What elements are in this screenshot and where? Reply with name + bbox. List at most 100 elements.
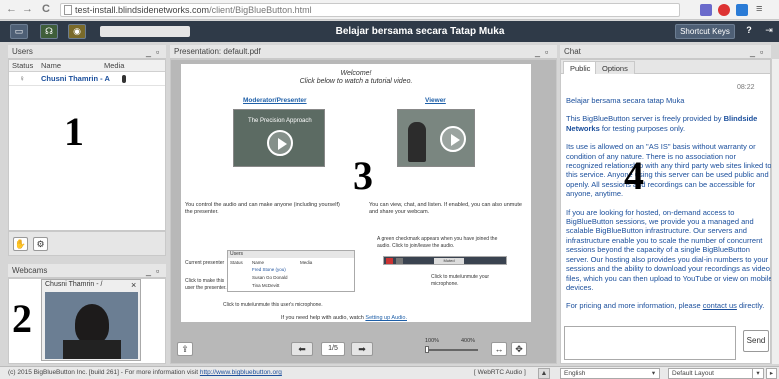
mini-user-row: Tina McDevitt (252, 283, 280, 288)
webcam-video (45, 292, 138, 359)
setting-up-audio-link[interactable]: Setting up Audio. (365, 315, 407, 321)
next-slide-button[interactable]: ➡ (351, 342, 373, 356)
layout-apply-icon[interactable]: ▸ (766, 368, 777, 379)
contact-us-link[interactable]: contact us (703, 301, 737, 310)
help-button[interactable]: ? (740, 24, 758, 39)
play-icon[interactable] (440, 126, 466, 152)
microphone-icon[interactable] (122, 75, 126, 83)
chevron-down-icon[interactable]: ▾ (752, 368, 764, 379)
menu-icon[interactable]: ≡ (756, 4, 768, 16)
meeting-title: Belajar bersama secara Tatap Muka (335, 26, 505, 37)
fit-width-icon[interactable]: ↔ (491, 342, 507, 356)
raise-hand-icon[interactable]: ✋ (13, 237, 28, 251)
warning-icon[interactable]: ▲ (538, 368, 550, 379)
zoom-slider-handle[interactable] (425, 346, 429, 353)
minimize-icon[interactable]: _ (750, 45, 755, 59)
settings-icon[interactable]: ⚙ (33, 237, 48, 251)
chat-welcome-title: Belajar bersama secara tatap Muka (566, 96, 685, 105)
col-status[interactable]: Status (12, 60, 33, 72)
moderator-video-thumbnail[interactable]: The Precision Approach (233, 109, 325, 167)
tab-options[interactable]: Options (595, 61, 635, 74)
forward-icon[interactable]: → (22, 3, 33, 15)
upload-icon[interactable]: ⇪ (177, 342, 193, 356)
close-icon[interactable]: × (131, 280, 136, 290)
desktop-share-icon[interactable]: ▭ (10, 24, 28, 39)
slide: Welcome! Click below to watch a tutorial… (181, 64, 531, 322)
send-button[interactable]: Send (743, 330, 769, 352)
chat-text: This BigBlueButton server is freely prov… (566, 114, 724, 124)
audio-help-prefix: If you need help with audio, watch (281, 315, 364, 321)
chat-area: Public Options 08:22 Belajar bersama sec… (560, 59, 773, 364)
chat-input[interactable] (564, 326, 736, 360)
chat-text: For pricing and more information, please (566, 301, 703, 311)
chat-text: directly. (736, 301, 765, 311)
maximize-icon[interactable]: ▫ (760, 45, 763, 59)
moderator-tutorial-link[interactable]: Moderator/Presenter (243, 97, 307, 104)
minimize-icon[interactable]: _ (146, 264, 151, 278)
logout-button[interactable]: ⇥ (760, 24, 778, 39)
layout-select[interactable]: Default Layout (668, 368, 764, 379)
audio-help-text: If you need help with audio, watch Setti… (281, 315, 521, 322)
annotation-4: 4 (624, 153, 644, 198)
url-host: test-install.blindsidenetworks.com (75, 5, 210, 15)
tab-public[interactable]: Public (563, 61, 598, 74)
chat-text: for testing purposes only. (599, 123, 686, 133)
reload-icon[interactable]: C (42, 3, 50, 15)
person-silhouette (75, 304, 109, 344)
play-icon[interactable] (267, 130, 293, 156)
extension-icon[interactable] (700, 4, 712, 16)
bigbluebutton-link[interactable]: http://www.bigbluebutton.org (200, 369, 282, 376)
video-caption: The Precision Approach (248, 118, 312, 124)
minimize-icon[interactable]: _ (535, 45, 540, 59)
presentation-area: Welcome! Click below to watch a tutorial… (170, 59, 557, 364)
fit-page-icon[interactable]: ✥ (511, 342, 527, 356)
chat-scrollbar[interactable] (771, 59, 779, 364)
current-presenter-label: Current presenter (185, 260, 225, 266)
headset-icon[interactable]: ☊ (40, 24, 58, 39)
mini-users-list: Users Status Name Media Fred Stone (you)… (227, 250, 355, 292)
mini-muted-button: Muted (434, 258, 464, 264)
col-media[interactable]: Media (104, 60, 124, 72)
users-panel-title: Users (12, 47, 33, 56)
page-counter-button[interactable]: 1/5 (321, 342, 345, 356)
previous-slide-button[interactable]: ⬅ (291, 342, 313, 356)
mini-users-title: Users (228, 251, 354, 258)
zoom-min-label: 100% (425, 338, 440, 344)
chevron-down-icon[interactable]: ▾ (648, 368, 660, 379)
maximize-icon[interactable]: ▫ (545, 45, 548, 59)
viewer-description: You can view, chat, and listen. If enabl… (369, 202, 522, 215)
col-name[interactable]: Name (41, 60, 61, 72)
viewer-tutorial-link[interactable]: Viewer (425, 97, 446, 104)
page-icon (64, 5, 72, 15)
zoom-slider[interactable] (426, 349, 478, 351)
minimize-icon[interactable]: _ (146, 45, 151, 59)
mute-user-label: Click to mute/unmute this user's microph… (223, 302, 323, 308)
webcam-window[interactable]: Chusni Thamrin - / × (41, 279, 141, 361)
skype-icon[interactable] (736, 4, 748, 16)
annotation-2: 2 (12, 296, 32, 341)
microphone-icon (396, 258, 403, 264)
maximize-icon[interactable]: ▫ (156, 45, 159, 59)
viewer-video-thumbnail[interactable] (397, 109, 475, 167)
footer: (c) 2015 BigBlueButton Inc. [build 261] … (0, 366, 779, 379)
copyright-text: (c) 2015 BigBlueButton Inc. [build 261] … (8, 367, 282, 379)
presentation-panel-header: Presentation: default.pdf _ ▫ (170, 45, 557, 59)
copyright-prefix: (c) 2015 BigBlueButton Inc. [build 261] … (8, 369, 200, 376)
welcome-heading: Welcome! (340, 70, 372, 77)
recording-indicator (100, 26, 190, 37)
address-bar[interactable]: test-install.blindsidenetworks.com/clien… (60, 3, 680, 17)
table-row[interactable]: ♀ Chusni Thamrin - A (9, 72, 165, 86)
back-icon[interactable]: ← (6, 3, 17, 15)
person-icon (408, 122, 426, 162)
chat-paragraph: For pricing and more information, please… (566, 301, 773, 310)
user-name: Chusni Thamrin - A (41, 74, 110, 83)
webcams-panel-title: Webcams (12, 266, 48, 275)
url-path: /client/BigBlueButton.html (209, 5, 312, 15)
webcam-icon[interactable]: ◉ (68, 24, 86, 39)
language-select[interactable]: English (560, 368, 660, 379)
adblock-icon[interactable] (718, 4, 730, 16)
headset-icon (386, 258, 393, 264)
shortcut-keys-button[interactable]: Shortcut Keys (675, 24, 735, 39)
users-list: Status Name Media ♀ Chusni Thamrin - A 1 (8, 59, 166, 231)
maximize-icon[interactable]: ▫ (156, 264, 159, 278)
